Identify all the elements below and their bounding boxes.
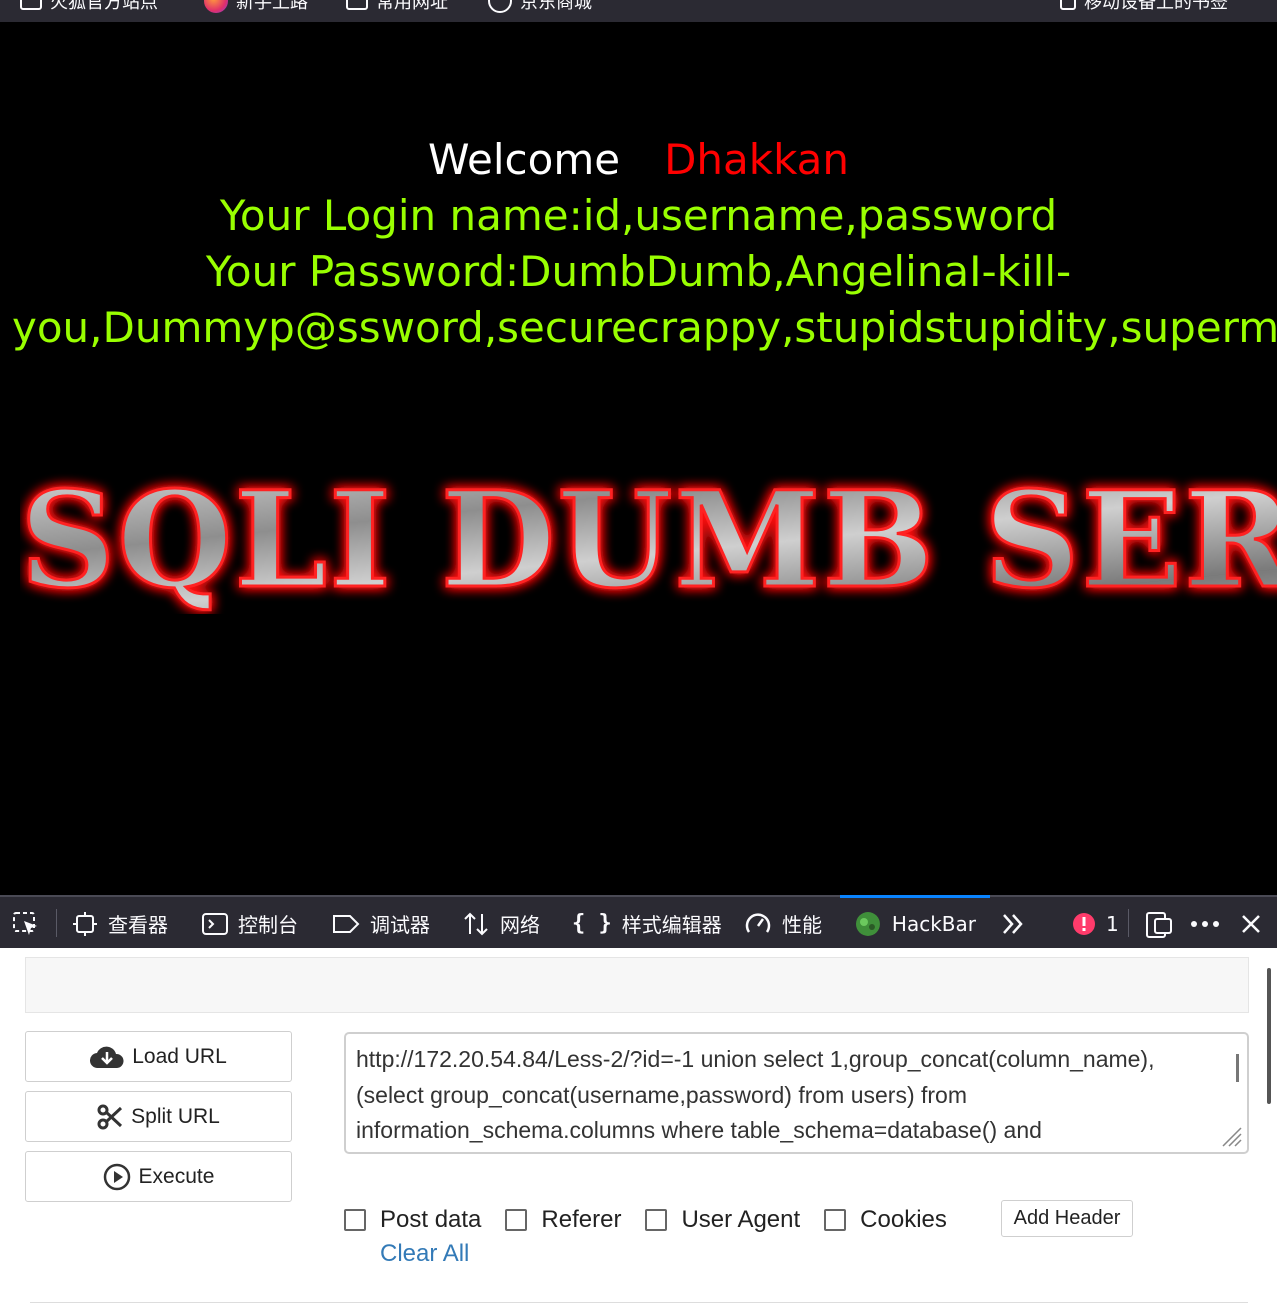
tab-debugger[interactable]: 调试器 [332, 897, 430, 950]
tab-label: 样式编辑器 [621, 913, 722, 937]
error-icon [1073, 912, 1095, 935]
welcome-text: Welcome [427, 135, 621, 184]
chevron-double-right-icon [1003, 913, 1023, 934]
load-url-label: Load URL [132, 1044, 227, 1068]
split-url-button[interactable]: Split URL [25, 1091, 292, 1142]
divider [30, 1302, 1248, 1303]
style-editor-icon: { } [572, 911, 612, 936]
hackbar-icon [855, 911, 880, 936]
page-content: Welcome Dhakkan Your Login name:id,userna… [0, 22, 1277, 895]
error-count: 1 [1106, 911, 1119, 936]
request-options: Post data Referer User Agent Cookies [344, 1200, 971, 1240]
devtools-toolbar: 查看器 控制台 调试器 网络 { } 样式编辑器 性能 HackBar 1 [0, 895, 1277, 948]
bookmark-label: 新手上路 [236, 0, 308, 13]
load-url-button[interactable]: Load URL [25, 1031, 292, 1082]
bookmark-label: 京东商城 [520, 0, 592, 13]
tab-label: 网络 [500, 913, 540, 937]
close-devtools-button[interactable] [1240, 897, 1262, 950]
folder-icon [346, 0, 368, 10]
network-icon [464, 912, 488, 935]
tab-performance[interactable]: 性能 [744, 897, 822, 950]
bookmark-jd-mall[interactable]: 京东商城 [488, 0, 592, 13]
play-circle-icon [103, 1163, 130, 1190]
more-icon [1191, 920, 1219, 927]
globe-icon [488, 0, 512, 13]
devtools-menu-button[interactable] [1190, 897, 1220, 950]
tab-hackbar[interactable]: HackBar [840, 895, 990, 950]
checkbox-box[interactable] [824, 1209, 847, 1231]
panel-scrollbar[interactable] [1267, 968, 1271, 1104]
tab-style-editor[interactable]: { } 样式编辑器 [572, 897, 722, 950]
tab-label: 控制台 [238, 913, 298, 937]
tab-network[interactable]: 网络 [462, 897, 540, 950]
password-line-2: you,Dummyp@ssword,securecrappy,stupidstu… [12, 303, 1277, 352]
responsive-icon [1146, 911, 1172, 938]
referer-checkbox[interactable]: Referer [505, 1206, 621, 1234]
welcome-line: Welcome Dhakkan [0, 132, 1277, 188]
cookies-checkbox[interactable]: Cookies [824, 1206, 947, 1234]
bookmark-label: 火狐官方站点 [50, 0, 158, 13]
tab-label: 查看器 [108, 913, 168, 937]
resize-handle-icon[interactable] [1219, 1124, 1243, 1148]
console-icon [202, 912, 228, 935]
checkbox-box[interactable] [344, 1209, 366, 1231]
tab-label: HackBar [891, 911, 976, 936]
execute-button[interactable]: Execute [25, 1151, 292, 1202]
url-line: (select group_concat(username,password) … [356, 1081, 968, 1108]
divider [56, 909, 57, 937]
clear-all-link[interactable]: Clear All [380, 1240, 469, 1268]
responsive-design-button[interactable] [1144, 897, 1174, 950]
firefox-icon [204, 0, 228, 13]
add-header-button[interactable]: Add Header [1001, 1200, 1133, 1237]
bookmark-getting-started[interactable]: 新手上路 [204, 0, 308, 13]
bookmark-label: 常用网址 [376, 0, 448, 13]
checkbox-label: Referer [541, 1206, 622, 1233]
error-count-button[interactable]: 1 [1072, 897, 1119, 950]
banner-text: SQLI DUMB SERIES [20, 464, 1277, 614]
more-tabs-button[interactable] [1000, 897, 1026, 950]
hackbar-panel: Load URL Split URL Execute http://172.20… [0, 948, 1277, 1304]
tab-inspector[interactable]: 查看器 [72, 897, 168, 950]
cloud-download-icon [90, 1046, 124, 1068]
divider [1128, 909, 1129, 937]
bookmark-label: 移动设备上的书签 [1084, 0, 1228, 13]
username-text: Dhakkan [664, 135, 850, 184]
tab-console[interactable]: 控制台 [202, 897, 298, 950]
url-textarea[interactable]: http://172.20.54.84/Less-2/?id=-1 union … [344, 1032, 1249, 1154]
bookmark-firefox-official[interactable]: 火狐官方站点 [20, 0, 158, 13]
checkbox-box[interactable] [645, 1209, 668, 1231]
checkbox-label: Post data [380, 1206, 482, 1233]
element-picker-button[interactable] [12, 897, 40, 950]
url-line: information_schema.columns where table_s… [356, 1117, 1042, 1143]
post-data-checkbox[interactable]: Post data [344, 1206, 481, 1234]
bookmarks-toolbar: 火狐官方站点 新手上路 常用网址 京东商城 移动设备上的书签 [0, 0, 1277, 22]
sqli-dumb-series-banner: SQLI DUMB SERIES [20, 464, 1277, 614]
bookmark-common-sites[interactable]: 常用网址 [346, 0, 448, 13]
split-url-label: Split URL [131, 1104, 220, 1128]
inspector-icon [73, 911, 97, 936]
checkbox-label: Cookies [860, 1206, 947, 1233]
bookmark-mobile[interactable]: 移动设备上的书签 [1060, 0, 1228, 13]
textarea-scrollbar[interactable] [1236, 1054, 1239, 1082]
box-icon [20, 0, 42, 10]
login-name-line: Your Login name:id,username,password [219, 191, 1058, 240]
checkbox-label: User Agent [681, 1206, 801, 1233]
hackbar-top-toolbar [25, 957, 1249, 1013]
user-agent-checkbox[interactable]: User Agent [645, 1206, 800, 1234]
scissors-icon [97, 1104, 123, 1129]
picker-icon [13, 911, 37, 935]
url-line: http://172.20.54.84/Less-2/?id=-1 union … [356, 1046, 1155, 1072]
checkbox-box[interactable] [505, 1209, 528, 1231]
tab-label: 调试器 [370, 913, 430, 937]
mobile-icon [1060, 0, 1076, 10]
execute-label: Execute [138, 1164, 215, 1188]
debugger-icon [333, 914, 360, 933]
performance-icon [745, 912, 771, 933]
close-icon [1242, 914, 1260, 933]
tab-label: 性能 [782, 913, 822, 937]
password-line-1: Your Password:DumbDumb,AngelinaI-kill- [205, 247, 1072, 296]
